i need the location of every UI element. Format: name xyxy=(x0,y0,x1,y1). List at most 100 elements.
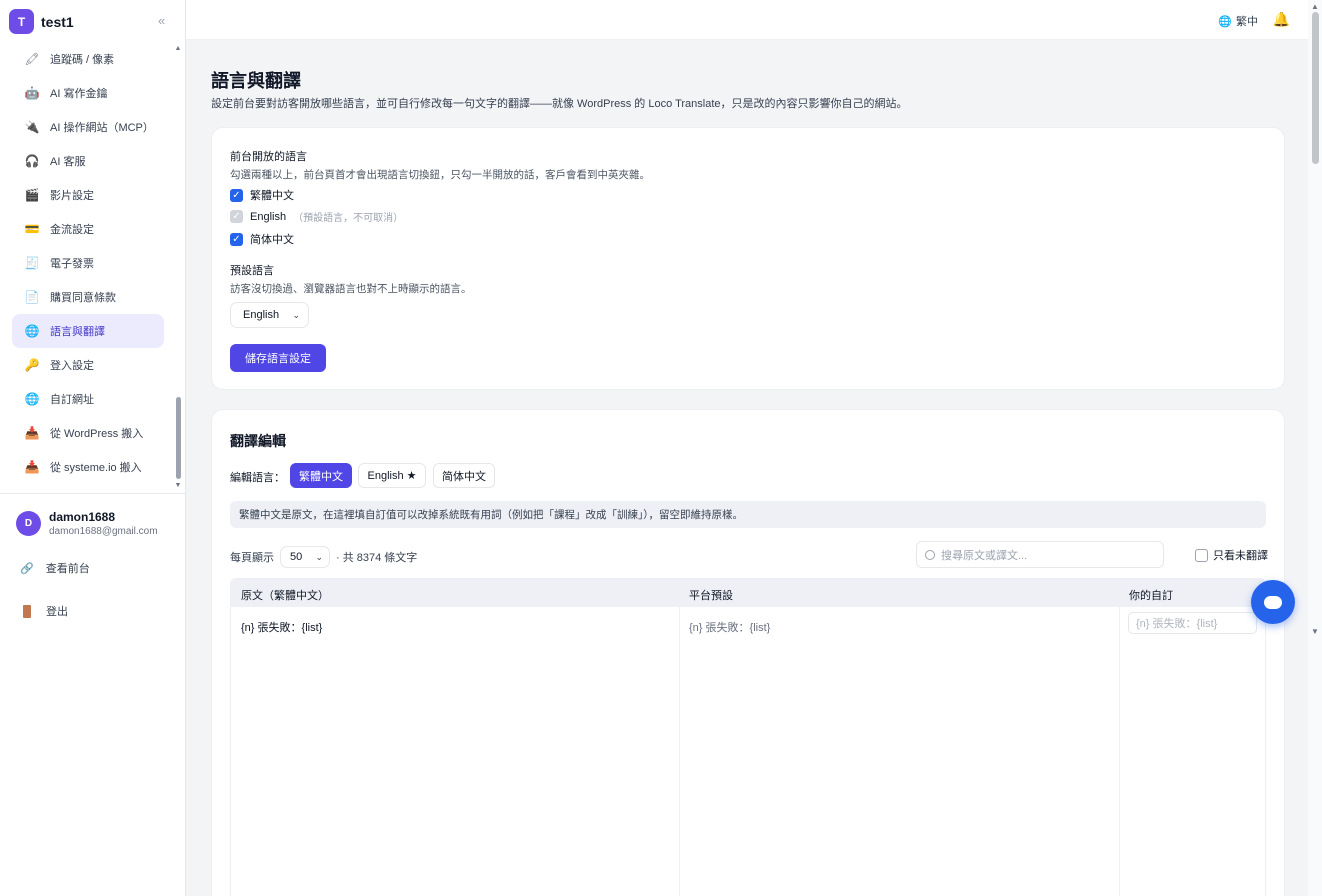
logout-link[interactable]: 登出 xyxy=(20,603,68,619)
brand[interactable]: T test1 xyxy=(9,9,74,34)
main-content: 語言與翻譯 設定前台要對訪客開放哪些語言，並可自行修改每一句文字的翻譯——就像 … xyxy=(186,40,1308,896)
page-description: 設定前台要對訪客開放哪些語言，並可自行修改每一句文字的翻譯——就像 WordPr… xyxy=(211,98,908,110)
column-header-source: 原文（繁體中文） xyxy=(241,590,329,602)
tab-zh-hans[interactable]: 简体中文 xyxy=(433,463,495,488)
language-option-zh-hant[interactable]: ✓ 繁體中文 xyxy=(230,187,294,203)
tab-en[interactable]: English ★ xyxy=(358,463,426,488)
chat-bubble-button[interactable] xyxy=(1251,580,1295,624)
tab-zh-hant[interactable]: 繁體中文 xyxy=(290,463,352,488)
globe-icon: 🌐 xyxy=(24,324,40,338)
open-languages-title: 前台開放的語言 xyxy=(230,151,307,163)
chat-icon xyxy=(1264,595,1282,609)
sidebar-item-label: 語言與翻譯 xyxy=(50,326,105,338)
key-icon: 🔑 xyxy=(24,358,40,372)
user-profile[interactable]: D damon1688 damon1688@gmail.com xyxy=(0,493,185,537)
brand-name: test1 xyxy=(41,13,74,30)
sidebar-item-purchase-terms[interactable]: 📄 購買同意條款 xyxy=(12,280,164,314)
sidebar-item-label: 登入設定 xyxy=(50,360,94,372)
sidebar-item-custom-domain[interactable]: 🌐 自訂網址 xyxy=(12,382,164,416)
sidebar-item-login[interactable]: 🔑 登入設定 xyxy=(12,348,164,382)
view-frontend-link[interactable]: 🔗 查看前台 xyxy=(20,560,90,576)
collapse-sidebar-icon[interactable]: « xyxy=(158,13,165,28)
pagination-controls: 每頁顯示 50 ⌄ · 共 8374 條文字 xyxy=(230,546,417,568)
sidebar-item-ai-mcp[interactable]: 🔌 AI 操作網站（MCP） xyxy=(12,110,164,144)
sidebar-scrollbar[interactable]: ▲ ▼ xyxy=(174,45,182,491)
globe-icon: 🌐 xyxy=(24,392,40,406)
checkbox-checked-icon[interactable]: ✓ xyxy=(230,232,243,246)
total-count: · 共 8374 條文字 xyxy=(336,552,418,564)
sidebar-nav: 🖍 追蹤碼 / 像素 🤖 AI 寫作金鑰 🔌 AI 操作網站（MCP） 🎧 AI… xyxy=(12,42,164,484)
import-icon: 📥 xyxy=(24,426,40,440)
save-language-button[interactable]: 儲存語言設定 xyxy=(230,344,326,372)
sidebar-item-label: 購買同意條款 xyxy=(50,292,116,304)
page-scrollbar[interactable]: ▲ ▼ xyxy=(1308,0,1322,896)
receipt-icon: 🧾 xyxy=(24,256,40,270)
language-switcher[interactable]: 🌐 繁中 xyxy=(1218,13,1258,29)
default-language-value: English xyxy=(243,309,280,321)
default-language-select[interactable]: English ⌄ xyxy=(230,302,309,328)
source-text: {n} 張失敗：{list} xyxy=(241,622,323,634)
sidebar-item-payment[interactable]: 💳 金流設定 xyxy=(12,212,164,246)
sidebar: T test1 « 🖍 追蹤碼 / 像素 🤖 AI 寫作金鑰 🔌 AI 操作網站… xyxy=(0,0,186,896)
sidebar-item-label: 追蹤碼 / 像素 xyxy=(50,54,115,66)
chevron-down-icon: ⌄ xyxy=(292,309,300,320)
search-icon xyxy=(925,549,935,560)
headset-icon: 🎧 xyxy=(24,154,40,168)
scroll-down-icon[interactable]: ▼ xyxy=(174,482,182,490)
translation-table: 原文（繁體中文） 平台預設 你的自訂 {n} 張失敗：{list} {n} 張失… xyxy=(230,578,1266,896)
column-header-default: 平台預設 xyxy=(689,590,733,602)
default-language-title: 預設語言 xyxy=(230,265,274,277)
per-page-select[interactable]: 50 ⌄ xyxy=(280,546,330,568)
language-settings-card: 前台開放的語言 勾選兩種以上，前台頁首才會出現語言切換鈕，只勾一半開放的話，客戶… xyxy=(211,127,1285,390)
per-page-value: 50 xyxy=(290,551,303,563)
default-language-hint: 訪客沒切換過、瀏覽器語言也對不上時顯示的語言。 xyxy=(230,283,472,295)
document-icon: 📄 xyxy=(24,290,40,304)
import-icon: 📥 xyxy=(24,460,40,474)
view-frontend-label: 查看前台 xyxy=(45,563,90,575)
robot-icon: 🤖 xyxy=(24,86,40,100)
user-name: damon1688 xyxy=(49,510,116,524)
untranslated-only-toggle[interactable]: 只看未翻譯 xyxy=(1195,547,1268,563)
per-page-label: 每頁顯示 xyxy=(230,552,274,564)
avatar: D xyxy=(16,511,41,536)
untranslated-only-label: 只看未翻譯 xyxy=(1213,550,1268,562)
column-header-custom: 你的自訂 xyxy=(1129,590,1173,602)
sidebar-item-e-invoice[interactable]: 🧾 電子發票 xyxy=(12,246,164,280)
sidebar-item-tracking[interactable]: 🖍 追蹤碼 / 像素 xyxy=(12,42,164,76)
sidebar-item-label: 金流設定 xyxy=(50,224,94,236)
sidebar-item-import-systeme[interactable]: 📥 從 systeme.io 搬入 xyxy=(12,450,164,484)
sidebar-item-label: 從 systeme.io 搬入 xyxy=(50,462,142,474)
scroll-up-icon[interactable]: ▲ xyxy=(1308,2,1322,11)
language-option-zh-hans[interactable]: ✓ 简体中文 xyxy=(230,231,294,247)
logout-label: 登出 xyxy=(46,606,68,618)
open-languages-hint: 勾選兩種以上，前台頁首才會出現語言切換鈕，只勾一半開放的話，客戶會看到中英夾雜。 xyxy=(230,169,650,181)
sidebar-item-label: 自訂網址 xyxy=(50,394,94,406)
checkbox-checked-icon[interactable]: ✓ xyxy=(230,188,243,202)
default-text: {n} 張失敗：{list} xyxy=(689,622,771,634)
sidebar-item-import-wordpress[interactable]: 📥 從 WordPress 搬入 xyxy=(12,416,164,450)
search-input[interactable]: 搜尋原文或譯文... xyxy=(916,541,1164,568)
translation-editor-title: 翻譯編輯 xyxy=(230,433,286,449)
sidebar-item-ai-support[interactable]: 🎧 AI 客服 xyxy=(12,144,164,178)
custom-translation-input[interactable]: {n} 張失敗：{list} xyxy=(1128,612,1257,634)
edit-language-label: 編輯語言： xyxy=(230,472,285,484)
plug-icon: 🔌 xyxy=(24,120,40,134)
scroll-up-icon[interactable]: ▲ xyxy=(174,45,182,53)
sidebar-item-ai-writing-key[interactable]: 🤖 AI 寫作金鑰 xyxy=(12,76,164,110)
pen-icon: 🖍 xyxy=(24,52,40,66)
brand-logo: T xyxy=(9,9,34,34)
bell-icon[interactable]: 🔔 xyxy=(1273,11,1290,28)
checkbox-disabled-icon: ✓ xyxy=(230,210,243,223)
scroll-down-icon[interactable]: ▼ xyxy=(1308,627,1322,636)
page-scroll-thumb[interactable] xyxy=(1312,12,1319,164)
search-placeholder: 搜尋原文或譯文... xyxy=(941,549,1028,562)
checkbox-empty-icon[interactable] xyxy=(1195,548,1208,562)
language-option-label: 繁體中文 xyxy=(250,190,294,202)
sidebar-item-video[interactable]: 🎬 影片設定 xyxy=(12,178,164,212)
credit-card-icon: 💳 xyxy=(24,222,40,236)
sidebar-scroll-thumb[interactable] xyxy=(176,397,181,479)
language-option-note: （預設語言，不可取消） xyxy=(293,213,404,224)
language-label: 繁中 xyxy=(1236,16,1258,28)
language-option-label: 简体中文 xyxy=(250,234,294,246)
sidebar-item-language[interactable]: 🌐 語言與翻譯 xyxy=(12,314,164,348)
